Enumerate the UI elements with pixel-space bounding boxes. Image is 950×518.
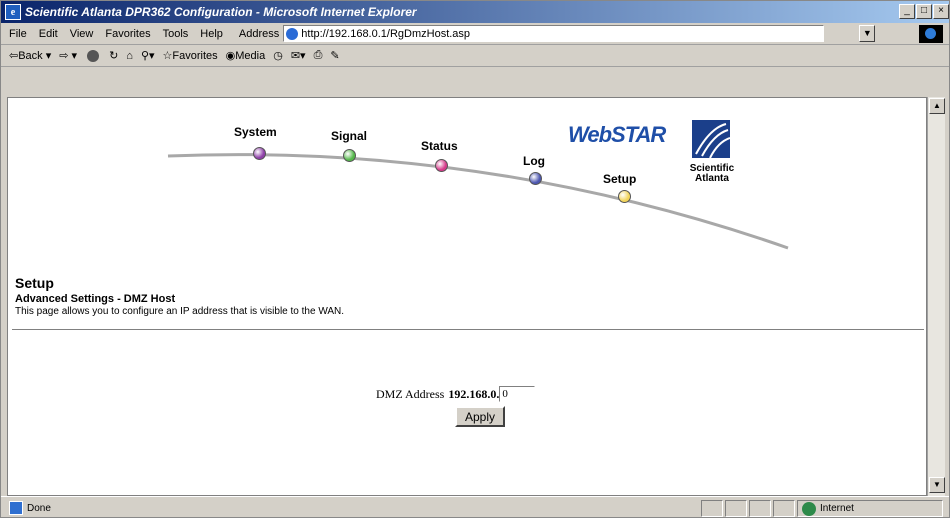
security-zone: Internet [797,500,943,517]
address-label: Address [238,27,280,40]
page-title: Setup [15,275,54,291]
stop-icon[interactable] [85,49,101,62]
scroll-up-icon[interactable]: ▲ [929,98,945,114]
menu-file[interactable]: File [9,28,27,40]
print-icon[interactable]: ⎙ [314,49,323,62]
page-viewport: System Signal Status Log Setup WebSTAR S… [7,97,927,496]
address-url[interactable]: http://192.168.0.1/RgDmzHost.asp [301,28,470,40]
favorites-button[interactable]: ☆Favorites [163,49,218,62]
address-dropdown-button[interactable]: ▼ [859,25,876,42]
home-icon[interactable]: ⌂ [126,50,133,62]
vertical-scrollbar[interactable]: ▲ ▼ [927,97,945,496]
ie-app-icon: e [5,4,21,20]
forward-button[interactable]: ⇨ ▾ [59,49,77,62]
done-page-icon [9,501,23,515]
dmz-address-prefix: 192.168.0. [448,386,500,401]
nav-system-dot[interactable] [253,147,266,160]
menu-bar: File Edit View Favorites Tools Help Addr… [1,23,949,45]
divider [12,329,924,330]
window-controls: _ □ × [899,4,949,19]
address-bar[interactable]: http://192.168.0.1/RgDmzHost.asp [283,25,825,42]
zone-text: Internet [820,503,854,514]
status-panel-2 [725,500,747,517]
menu-favorites[interactable]: Favorites [105,28,150,40]
nav-setup[interactable]: Setup [603,172,636,186]
dmz-address-input[interactable] [499,386,536,402]
banner-curve [167,153,789,250]
menu-tools[interactable]: Tools [163,28,189,40]
windows-logo-icon [919,25,943,43]
title-bar: e Scientific Atlanta DPR362 Configuratio… [1,1,949,23]
nav-log-dot[interactable] [529,172,542,185]
nav-log[interactable]: Log [523,154,545,168]
scroll-down-icon[interactable]: ▼ [929,477,945,493]
refresh-icon[interactable]: ↻ [109,49,118,62]
minimize-button[interactable]: _ [899,4,915,19]
status-panel-3 [749,500,771,517]
nav-signal[interactable]: Signal [331,129,367,143]
status-text: Done [27,502,51,514]
menu-help[interactable]: Help [200,28,223,40]
page-description: This page allows you to configure an IP … [15,306,345,317]
maximize-button[interactable]: □ [916,4,932,19]
webstar-logo: WebSTAR [568,122,666,147]
apply-button[interactable]: Apply [455,406,505,427]
dmz-address-label: DMZ Address [376,386,445,401]
mail-icon[interactable]: ✉▾ [291,49,306,62]
status-bar: Done Internet [1,496,949,517]
history-icon[interactable]: ◷ [273,49,283,62]
menu-items: File Edit View Favorites Tools Help [9,28,223,40]
edit-icon[interactable]: ✎ [330,49,339,62]
browser-window: e Scientific Atlanta DPR362 Configuratio… [0,0,950,518]
scientific-atlanta-logo-icon [692,120,730,158]
window-title: Scientific Atlanta DPR362 Configuration … [25,5,417,19]
nav-signal-dot[interactable] [343,149,356,162]
close-button[interactable]: × [933,4,949,19]
status-panel-1 [701,500,723,517]
status-panel-4 [773,500,795,517]
toolbar: ⇦Back ▾ ⇨ ▾ ↻ ⌂ ⚲▾ ☆Favorites ◉Media ◷ ✉… [1,45,949,67]
menu-view[interactable]: View [70,28,94,40]
nav-status[interactable]: Status [421,139,458,153]
media-button[interactable]: ◉Media [226,49,266,62]
page-subtitle: Advanced Settings - DMZ Host [15,293,176,305]
globe-icon [802,501,816,516]
dmz-address-row: DMZ Address 192.168.0. [376,386,536,402]
back-button[interactable]: ⇦Back ▾ [9,49,51,62]
nav-system[interactable]: System [234,125,277,139]
menu-edit[interactable]: Edit [39,28,58,40]
vendor-name: Scientific Atlanta [689,163,735,184]
nav-setup-dot[interactable] [618,190,631,203]
search-icon[interactable]: ⚲▾ [141,49,155,62]
nav-status-dot[interactable] [435,159,448,172]
page-icon [286,27,299,40]
